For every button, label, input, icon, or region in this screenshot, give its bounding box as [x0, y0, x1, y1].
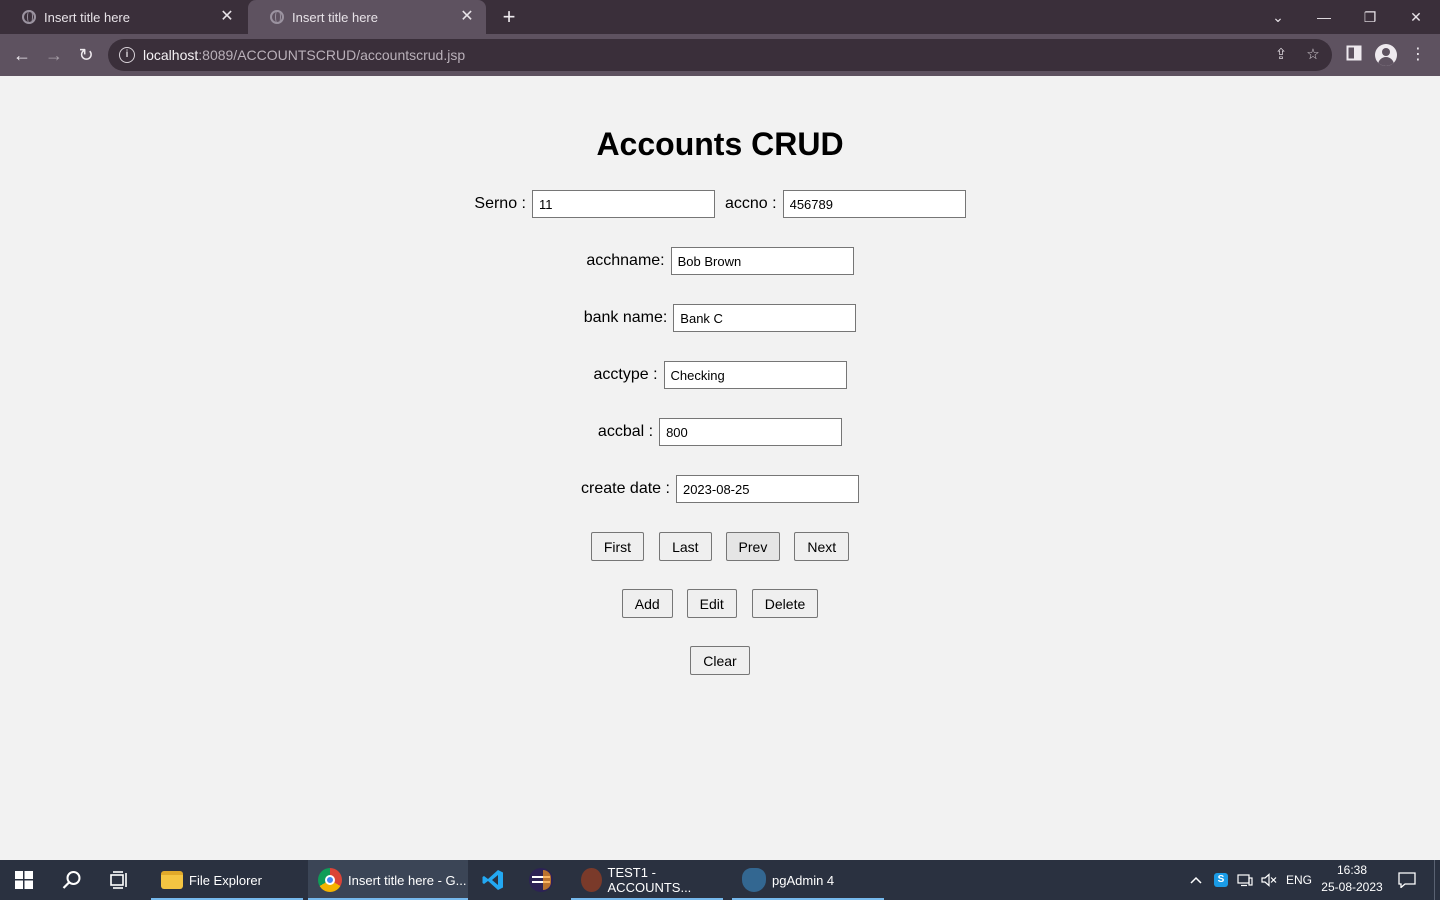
- reload-button[interactable]: ↻: [74, 43, 98, 67]
- last-button[interactable]: Last: [659, 532, 712, 561]
- taskbar-item-label: pgAdmin 4: [772, 872, 835, 888]
- skype-icon[interactable]: S: [1210, 860, 1232, 900]
- address-bar[interactable]: i localhost:8089/ACCOUNTSCRUD/accountscr…: [108, 39, 1332, 71]
- show-hidden-icons-chevron-icon[interactable]: [1185, 860, 1207, 900]
- tab-title: Insert title here: [292, 9, 378, 25]
- serno-label: Serno :: [474, 195, 526, 212]
- accbal-input[interactable]: [659, 418, 843, 446]
- crud-buttons-row: Add Edit Delete: [0, 589, 1440, 618]
- restore-button[interactable]: ❐: [1347, 0, 1393, 34]
- close-tab-icon[interactable]: ✕: [458, 8, 476, 26]
- network-icon[interactable]: [1234, 860, 1256, 900]
- volume-muted-icon[interactable]: [1258, 860, 1280, 900]
- taskbar-test1-accounts[interactable]: TEST1 - ACCOUNTS...: [571, 860, 723, 900]
- browser-tab-2-active[interactable]: Insert title here ✕: [248, 0, 486, 34]
- taskbar-item-label: File Explorer: [189, 872, 262, 888]
- delete-button[interactable]: Delete: [751, 589, 819, 618]
- minimize-button[interactable]: —: [1301, 0, 1347, 34]
- page-title: Accounts CRUD: [596, 126, 844, 162]
- globe-icon: [270, 10, 284, 24]
- acchname-label: acchname:: [586, 252, 665, 269]
- acchname-input[interactable]: [670, 247, 854, 275]
- clear-row: Clear: [0, 646, 1440, 675]
- edit-button[interactable]: Edit: [686, 589, 737, 618]
- globe-icon: [22, 10, 36, 24]
- pgadmin-icon: [742, 868, 766, 892]
- createdate-row: create date :: [0, 475, 1440, 503]
- serno-accno-row: Serno : accno :: [0, 190, 1440, 218]
- taskbar-eclipse[interactable]: [518, 860, 564, 900]
- add-button[interactable]: Add: [621, 589, 673, 618]
- acctype-input[interactable]: [663, 361, 847, 389]
- acctype-label: acctype :: [593, 366, 658, 383]
- prev-button[interactable]: Prev: [725, 532, 781, 561]
- share-icon[interactable]: ⇪: [1271, 45, 1291, 65]
- browser-tab-bar: Insert title here ✕ Insert title here ✕ …: [0, 0, 1440, 34]
- accno-input[interactable]: [782, 190, 966, 218]
- taskbar-chrome[interactable]: Insert title here - G...: [308, 860, 468, 900]
- clear-button[interactable]: Clear: [690, 646, 750, 675]
- taskbar-item-label: TEST1 - ACCOUNTS...: [607, 865, 692, 895]
- clock-date: 25-08-2023: [1321, 880, 1383, 894]
- createdate-input[interactable]: [675, 475, 859, 503]
- accbal-label: accbal :: [597, 423, 654, 440]
- serno-input[interactable]: [532, 190, 715, 218]
- language-indicator[interactable]: ENG: [1282, 860, 1316, 900]
- menu-icon[interactable]: ⋮: [1408, 45, 1428, 65]
- createdate-label: create date :: [581, 480, 670, 497]
- clock-time: 16:38: [1336, 863, 1368, 877]
- new-tab-button[interactable]: +: [499, 6, 519, 28]
- browser-tab-1[interactable]: Insert title here ✕: [0, 0, 246, 34]
- navigation-buttons-row: First Last Prev Next: [0, 532, 1440, 561]
- bankname-input[interactable]: [673, 304, 857, 332]
- bankname-label: bank name:: [583, 309, 668, 326]
- windows-taskbar: File Explorer Insert title here - G... T…: [0, 860, 1440, 900]
- next-button[interactable]: Next: [794, 532, 850, 561]
- notifications-icon[interactable]: [1392, 860, 1422, 900]
- vscode-icon: [481, 868, 505, 892]
- acchname-row: acchname:: [0, 247, 1440, 275]
- chrome-icon: [318, 868, 342, 892]
- file-explorer-icon: [161, 871, 183, 889]
- bankname-row: bank name:: [0, 304, 1440, 332]
- page-content: Accounts CRUD Serno : accno : acchname: …: [0, 76, 1440, 860]
- sidebar-icon[interactable]: [1344, 45, 1364, 65]
- close-tab-icon[interactable]: ✕: [218, 8, 236, 26]
- url-path: :8089/ACCOUNTSCRUD/accountscrud.jsp: [198, 47, 466, 63]
- app-icon: [581, 868, 602, 892]
- taskbar-pgadmin[interactable]: pgAdmin 4: [732, 860, 884, 900]
- taskbar-item-label: Insert title here - G...: [348, 872, 467, 888]
- bookmark-star-icon[interactable]: ☆: [1303, 45, 1323, 65]
- url-host: localhost: [143, 47, 199, 63]
- taskbar-clock[interactable]: 16:38 25-08-2023: [1316, 862, 1388, 896]
- eclipse-icon: [529, 868, 553, 892]
- forward-button[interactable]: →: [42, 43, 66, 67]
- accno-label: accno :: [725, 195, 777, 212]
- accbal-row: accbal :: [0, 418, 1440, 446]
- browser-toolbar: ← → ↻ i localhost:8089/ACCOUNTSCRUD/acco…: [0, 34, 1440, 76]
- taskbar-file-explorer[interactable]: File Explorer: [151, 860, 303, 900]
- show-desktop-button[interactable]: [1434, 860, 1440, 900]
- tab-search-dropdown-icon[interactable]: ⌄: [1255, 0, 1301, 34]
- taskbar-vscode[interactable]: [470, 860, 516, 900]
- tab-title: Insert title here: [44, 9, 130, 25]
- profile-icon[interactable]: [1375, 44, 1397, 66]
- acctype-row: acctype :: [0, 361, 1440, 389]
- site-info-icon[interactable]: i: [119, 47, 135, 63]
- windows-start-icon[interactable]: [0, 860, 48, 900]
- close-window-button[interactable]: ✕: [1393, 0, 1439, 34]
- search-icon[interactable]: [48, 860, 96, 900]
- task-view-icon[interactable]: [96, 860, 144, 900]
- back-button[interactable]: ←: [10, 43, 34, 67]
- first-button[interactable]: First: [590, 532, 645, 561]
